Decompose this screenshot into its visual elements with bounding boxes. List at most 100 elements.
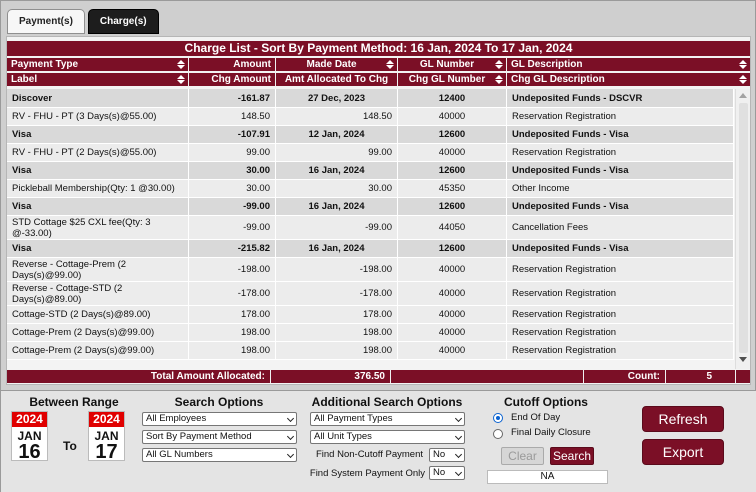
end-of-day-radio[interactable] bbox=[493, 413, 503, 423]
sort-icon[interactable] bbox=[495, 60, 503, 69]
total-label: Total Amount Allocated: bbox=[150, 371, 265, 382]
gl-numbers-select[interactable]: All GL Numbers bbox=[142, 448, 297, 462]
col-label[interactable]: Label bbox=[7, 73, 189, 86]
table-cell: 178.00 bbox=[276, 306, 398, 323]
table-row[interactable]: Pickleball Membership(Qty: 1 @30.00) 30.0… bbox=[7, 180, 734, 198]
col-payment-type[interactable]: Payment Type bbox=[7, 58, 189, 71]
table-cell: RV - FHU - PT (3 Days(s)@55.00) bbox=[7, 108, 189, 125]
non-cutoff-select[interactable]: No bbox=[429, 448, 465, 462]
sort-icon[interactable] bbox=[739, 60, 747, 69]
table-row[interactable]: Visa -215.82 16 Jan, 2024 12600 Undeposited … bbox=[7, 240, 734, 258]
count-label: Count: bbox=[627, 371, 660, 382]
table-cell: RV - FHU - PT (2 Days(s)@55.00) bbox=[7, 144, 189, 161]
tab-charges[interactable]: Charge(s) bbox=[87, 9, 159, 34]
search-options-title: Search Options bbox=[174, 395, 264, 409]
scroll-down-icon[interactable] bbox=[739, 357, 747, 362]
chevron-down-icon bbox=[454, 414, 463, 423]
table-header-primary: Payment Type Amount Made Date GL Number … bbox=[7, 58, 750, 71]
table-cell: Other Income bbox=[507, 180, 734, 197]
unit-types-select-value: All Unit Types bbox=[314, 431, 372, 442]
table-row[interactable]: RV - FHU - PT (2 Days(s)@55.00) 99.00 99.0… bbox=[7, 144, 734, 162]
to-year: 2024 bbox=[89, 412, 124, 427]
table-scrollbar[interactable] bbox=[735, 89, 750, 369]
table-cell: 148.50 bbox=[189, 108, 276, 125]
payment-types-select-value: All Payment Types bbox=[314, 413, 393, 424]
employees-select-value: All Employees bbox=[146, 413, 207, 424]
table-cell: Cottage-Prem (2 Days(s)@99.00) bbox=[7, 324, 189, 341]
table-cell: -198.00 bbox=[189, 258, 276, 281]
sort-icon[interactable] bbox=[177, 75, 185, 84]
clear-button[interactable]: Clear bbox=[501, 447, 544, 465]
col-chg-gl-description[interactable]: Chg GL Description bbox=[507, 73, 750, 86]
table-cell: Pickleball Membership(Qty: 1 @30.00) bbox=[7, 180, 189, 197]
scroll-up-icon[interactable] bbox=[739, 93, 747, 98]
col-chg-gl-number-label: Chg GL Number bbox=[408, 74, 486, 85]
table-cell: -178.00 bbox=[276, 282, 398, 305]
table-cell: 16 Jan, 2024 bbox=[276, 198, 398, 215]
table-cell: 198.00 bbox=[189, 342, 276, 359]
search-button[interactable]: Search bbox=[550, 447, 594, 465]
table-row[interactable]: Cottage-Prem (2 Days(s)@99.00) 198.00 198.… bbox=[7, 342, 734, 360]
table-cell: -99.00 bbox=[189, 216, 276, 239]
table-cell: Reverse - Cottage-Prem (2 Days(s)@99.00) bbox=[7, 258, 189, 281]
table-row[interactable]: Reverse - Cottage-STD (2 Days(s)@89.00) -… bbox=[7, 282, 734, 306]
col-chg-amount-label: Chg Amount bbox=[211, 74, 271, 85]
from-date-calendar[interactable]: 2024 JAN 16 bbox=[11, 411, 48, 462]
additional-options-title: Additional Search Options bbox=[311, 395, 463, 409]
col-gl-number[interactable]: GL Number bbox=[398, 58, 507, 71]
col-gl-number-label: GL Number bbox=[419, 59, 475, 70]
col-made-date-label: Made Date bbox=[306, 59, 357, 70]
non-cutoff-label: Find Non-Cutoff Payment bbox=[315, 449, 423, 460]
table-row[interactable]: Visa -99.00 16 Jan, 2024 12600 Undeposited F… bbox=[7, 198, 734, 216]
to-date-calendar[interactable]: 2024 JAN 17 bbox=[88, 411, 125, 462]
tab-payments[interactable]: Payment(s) bbox=[7, 9, 85, 34]
table-cell: Visa bbox=[7, 198, 189, 215]
table-cell: 44050 bbox=[398, 216, 507, 239]
col-label-label: Label bbox=[11, 74, 38, 85]
sort-icon[interactable] bbox=[177, 60, 185, 69]
sort-select[interactable]: Sort By Payment Method bbox=[142, 430, 297, 444]
table-row[interactable]: STD Cottage $25 CXL fee(Qty: 3 @-33.00) -… bbox=[7, 216, 734, 240]
system-payment-select[interactable]: No bbox=[429, 466, 465, 480]
sort-icon[interactable] bbox=[495, 75, 503, 84]
table-cell: Cottage-STD (2 Days(s)@89.00) bbox=[7, 306, 189, 323]
table-cell: -178.00 bbox=[189, 282, 276, 305]
table-cell: -161.87 bbox=[189, 89, 276, 107]
table-row[interactable]: Cottage-Prem (2 Days(s)@99.00) 198.00 198.… bbox=[7, 324, 734, 342]
table-row[interactable]: Visa -107.91 12 Jan, 2024 12600 Undeposited … bbox=[7, 126, 734, 144]
table-cell: STD Cottage $25 CXL fee(Qty: 3 @-33.00) bbox=[7, 216, 189, 239]
table-cell: 148.50 bbox=[276, 108, 398, 125]
table-cell: Reservation Registration bbox=[507, 258, 734, 281]
system-payment-label: Find System Payment Only bbox=[309, 468, 425, 479]
page-title: Charge List - Sort By Payment Method: 16… bbox=[7, 41, 750, 56]
table-row[interactable]: RV - FHU - PT (3 Days(s)@55.00) 148.50 148… bbox=[7, 108, 734, 126]
cutoff-options-title: Cutoff Options bbox=[504, 395, 588, 409]
table-row[interactable]: Cottage-STD (2 Days(s)@89.00) 178.00 178.0… bbox=[7, 306, 734, 324]
sort-icon[interactable] bbox=[386, 60, 394, 69]
col-gl-description[interactable]: GL Description bbox=[507, 58, 750, 71]
col-chg-gl-number[interactable]: Chg GL Number bbox=[398, 73, 507, 86]
table-cell: Reservation Registration bbox=[507, 108, 734, 125]
table-row[interactable]: Reverse - Cottage-Prem (2 Days(s)@99.00)… bbox=[7, 258, 734, 282]
col-amt-allocated-label: Amt Allocated To Chg bbox=[284, 74, 389, 85]
employees-select[interactable]: All Employees bbox=[142, 412, 297, 426]
chevron-down-icon bbox=[286, 432, 295, 441]
scroll-thumb[interactable] bbox=[739, 103, 748, 353]
table-cell: 12600 bbox=[398, 162, 507, 179]
payment-types-select[interactable]: All Payment Types bbox=[310, 412, 465, 426]
col-made-date[interactable]: Made Date bbox=[276, 58, 398, 71]
table-cell: 16 Jan, 2024 bbox=[276, 162, 398, 179]
table-cell: -215.82 bbox=[189, 240, 276, 257]
table-row[interactable]: Visa 30.00 16 Jan, 2024 12600 Undeposited Fu… bbox=[7, 162, 734, 180]
table-cell: 45350 bbox=[398, 180, 507, 197]
export-button[interactable]: Export bbox=[642, 439, 724, 465]
table-cell: -107.91 bbox=[189, 126, 276, 143]
refresh-button[interactable]: Refresh bbox=[642, 406, 724, 432]
tab-bar: Payment(s) Charge(s) bbox=[7, 9, 159, 35]
sort-icon[interactable] bbox=[739, 75, 747, 84]
table-cell: 27 Dec, 2023 bbox=[276, 89, 398, 107]
table-row[interactable]: Discover -161.87 27 Dec, 2023 12400 Undeposi… bbox=[7, 89, 734, 108]
final-daily-closure-radio[interactable] bbox=[493, 429, 503, 439]
unit-types-select[interactable]: All Unit Types bbox=[310, 430, 465, 444]
table-cell: 16 Jan, 2024 bbox=[276, 240, 398, 257]
